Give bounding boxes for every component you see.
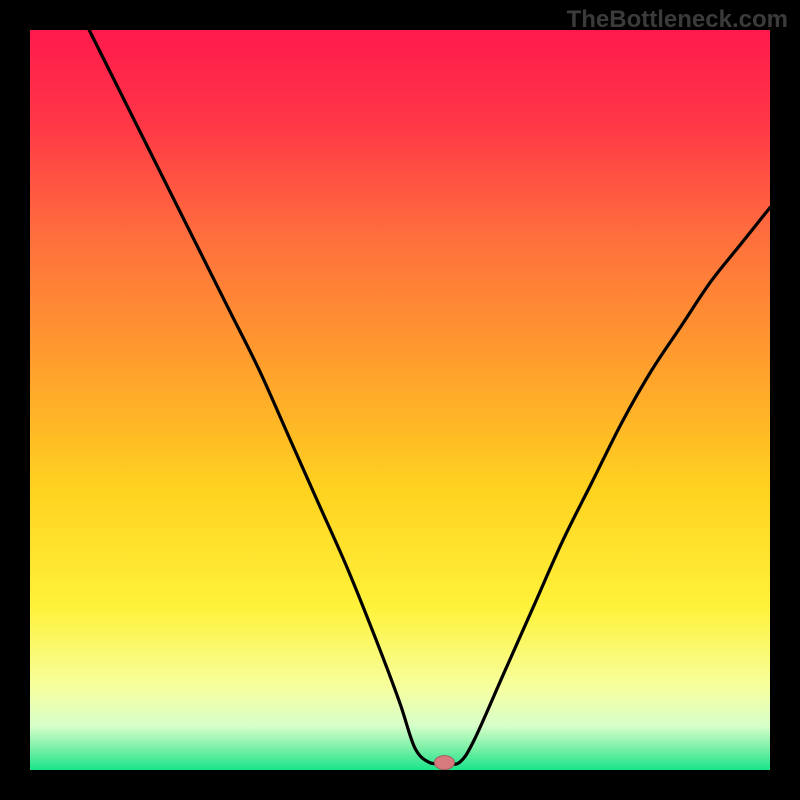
chart-svg (30, 30, 770, 770)
gradient-background (30, 30, 770, 770)
watermark-text: TheBottleneck.com (567, 6, 788, 34)
optimal-point-marker (434, 756, 454, 770)
chart-frame: TheBottleneck.com (0, 0, 800, 800)
